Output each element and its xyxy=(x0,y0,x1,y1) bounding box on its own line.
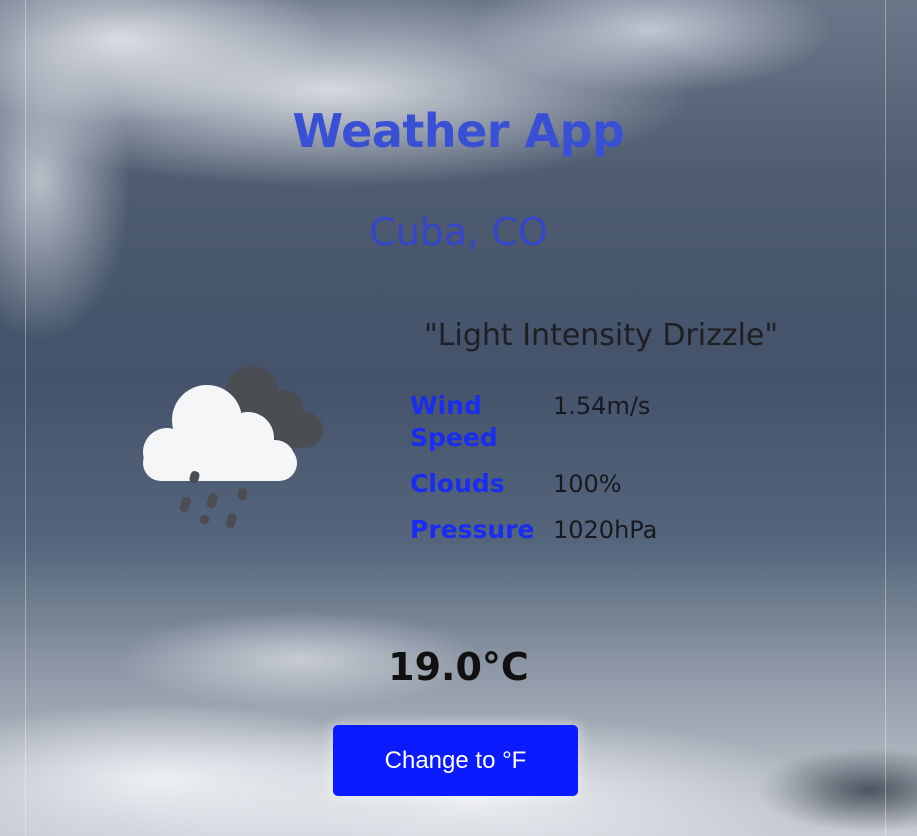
change-unit-button[interactable]: Change to °F xyxy=(333,725,578,796)
pressure-value: 1020hPa xyxy=(553,516,658,544)
city-name: Cuba, CO xyxy=(369,210,548,254)
detail-row-clouds: Clouds 100% xyxy=(410,468,750,500)
weather-details: Wind Speed 1.54m/s Clouds 100% Pressure … xyxy=(410,390,750,560)
clouds-value: 100% xyxy=(553,470,622,498)
weather-description: "Light Intensity Drizzle" xyxy=(424,318,779,353)
pressure-label: Pressure xyxy=(410,515,535,544)
detail-row-wind-speed: Wind Speed 1.54m/s xyxy=(410,390,750,454)
app-title: Weather App xyxy=(292,104,625,158)
wind-speed-value: 1.54m/s xyxy=(553,392,651,420)
clouds-label: Clouds xyxy=(410,469,505,498)
temperature-display: 19.0°C xyxy=(388,645,529,689)
wind-speed-label: Wind Speed xyxy=(410,391,498,452)
drizzle-cloud-icon xyxy=(140,360,330,535)
detail-row-pressure: Pressure 1020hPa xyxy=(410,514,750,546)
